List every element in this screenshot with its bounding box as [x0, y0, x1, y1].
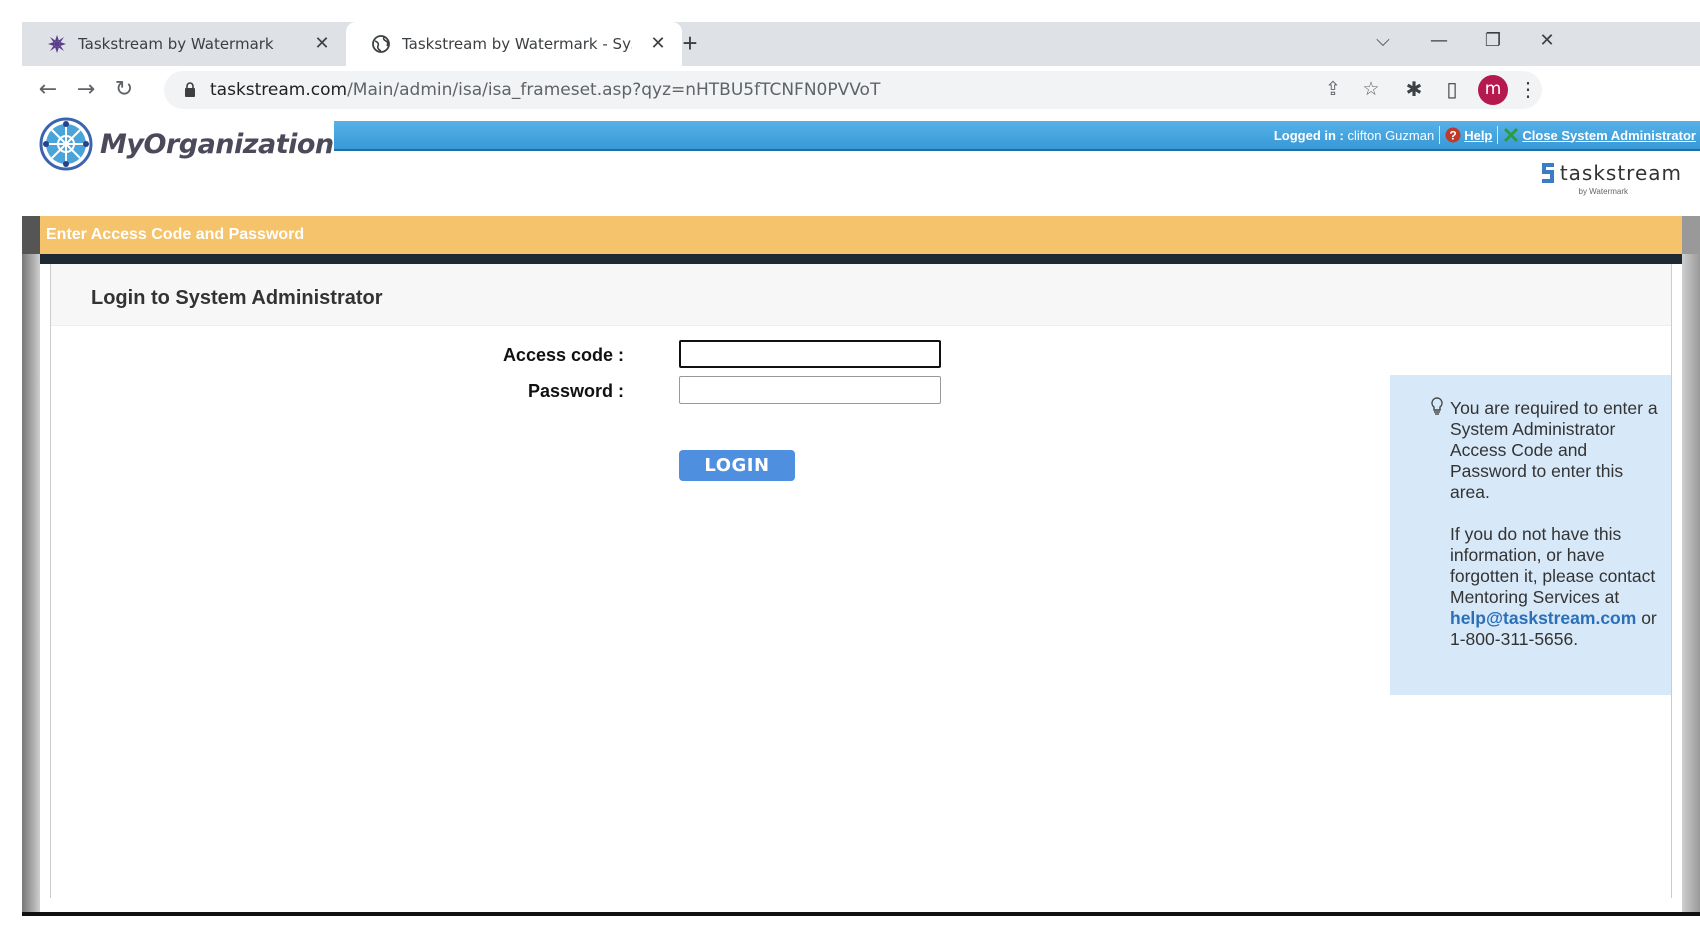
kebab-menu-icon[interactable]: ⋮: [1516, 78, 1540, 102]
tab-taskstream-1[interactable]: Taskstream by Watermark ✕: [22, 22, 346, 66]
taskstream-wordmark: taskstream: [1559, 161, 1682, 185]
side-panel-icon[interactable]: ▯: [1440, 78, 1464, 102]
help-link[interactable]: Help: [1464, 128, 1492, 143]
org-logo[interactable]: MyOrganization: [38, 116, 334, 172]
window-bottom-edge: [22, 912, 1700, 916]
taskstream-logo: taskstream by Watermark: [1540, 161, 1682, 196]
access-code-input[interactable]: [679, 340, 941, 368]
tab-taskstream-active[interactable]: Taskstream by Watermark - Syste ✕: [346, 22, 682, 66]
back-arrow-icon[interactable]: ←: [34, 76, 62, 104]
restore-icon[interactable]: ❐: [1478, 30, 1508, 56]
url-text: taskstream.com/Main/admin/isa/isa_frames…: [210, 80, 881, 100]
login-panel: Login to System Administrator Access cod…: [50, 264, 1672, 898]
extensions-puzzle-icon[interactable]: ✱: [1402, 78, 1426, 102]
page-title: Login to System Administrator: [91, 287, 383, 309]
tab-strip: Taskstream by Watermark ✕ Taskstream by …: [22, 22, 1700, 66]
right-frame-edge: [1682, 254, 1700, 915]
bookmark-star-icon[interactable]: ☆: [1360, 79, 1382, 101]
globe-icon: [372, 35, 390, 53]
lightbulb-icon: [1431, 397, 1443, 415]
forward-arrow-icon[interactable]: →: [72, 76, 100, 104]
divider: [1439, 126, 1441, 144]
password-input[interactable]: [679, 376, 941, 404]
page-content: MyOrganization Logged in : clifton Guzma…: [22, 114, 1700, 915]
tab-title: Taskstream by Watermark - Syste: [402, 35, 632, 53]
lock-icon: [185, 82, 195, 97]
svg-text:?: ?: [1450, 129, 1457, 143]
tab-search-chevron-icon[interactable]: ⌵: [1368, 30, 1398, 56]
reload-icon[interactable]: ↻: [110, 76, 138, 104]
taskstream-favicon-icon: [48, 35, 66, 53]
access-code-label: Access code :: [502, 345, 624, 365]
tab-title: Taskstream by Watermark: [78, 35, 274, 53]
window-close-icon[interactable]: ✕: [1532, 30, 1562, 56]
section-bar: Enter Access Code and Password: [22, 216, 1700, 254]
tab-close-icon[interactable]: ✕: [648, 34, 668, 54]
share-icon[interactable]: ⇪: [1322, 79, 1344, 101]
login-button[interactable]: LOGIN: [679, 450, 795, 481]
info-required-text: You are required to enter a System Admin…: [1450, 398, 1658, 502]
minimize-icon[interactable]: —: [1424, 30, 1454, 56]
help-question-icon: ?: [1445, 127, 1461, 143]
close-system-admin-link[interactable]: Close System Administrator: [1522, 128, 1696, 143]
info-contact-text: If you do not have this information, or …: [1450, 524, 1660, 650]
logged-in-label: Logged in :: [1273, 127, 1344, 143]
section-bar-title: Enter Access Code and Password: [46, 226, 305, 243]
close-x-icon: [1504, 127, 1519, 143]
header-user-links: Logged in : clifton Guzman ? Help Close …: [1274, 126, 1696, 144]
help-email-link[interactable]: help@taskstream.com: [1450, 608, 1636, 628]
top-header-bar: Logged in : clifton Guzman ? Help Close …: [334, 121, 1700, 151]
watermark-subtitle: by Watermark: [1578, 187, 1629, 196]
taskstream-mark-icon: [1541, 163, 1554, 183]
section-divider: [40, 254, 1682, 264]
profile-avatar[interactable]: m: [1478, 75, 1508, 105]
browser-window: Taskstream by Watermark ✕ Taskstream by …: [22, 22, 1700, 915]
address-bar[interactable]: taskstream.com/Main/admin/isa/isa_frames…: [164, 71, 1542, 109]
left-frame-edge: [22, 254, 40, 915]
new-tab-button[interactable]: +: [678, 30, 702, 56]
user-name: clifton Guzman: [1347, 127, 1435, 143]
divider: [1497, 126, 1499, 144]
tab-close-icon[interactable]: ✕: [312, 34, 332, 54]
info-box: You are required to enter a System Admin…: [1390, 375, 1671, 695]
password-label: Password :: [527, 381, 624, 401]
org-name: MyOrganization: [100, 128, 334, 160]
panel-header: Login to System Administrator: [51, 264, 1671, 326]
info-contact-body: If you do not have this information, or …: [1450, 524, 1656, 607]
browser-toolbar: ← → ↻ taskstream.com/Main/admin/isa/isa_…: [22, 66, 1700, 114]
org-globe-icon: [39, 117, 93, 171]
